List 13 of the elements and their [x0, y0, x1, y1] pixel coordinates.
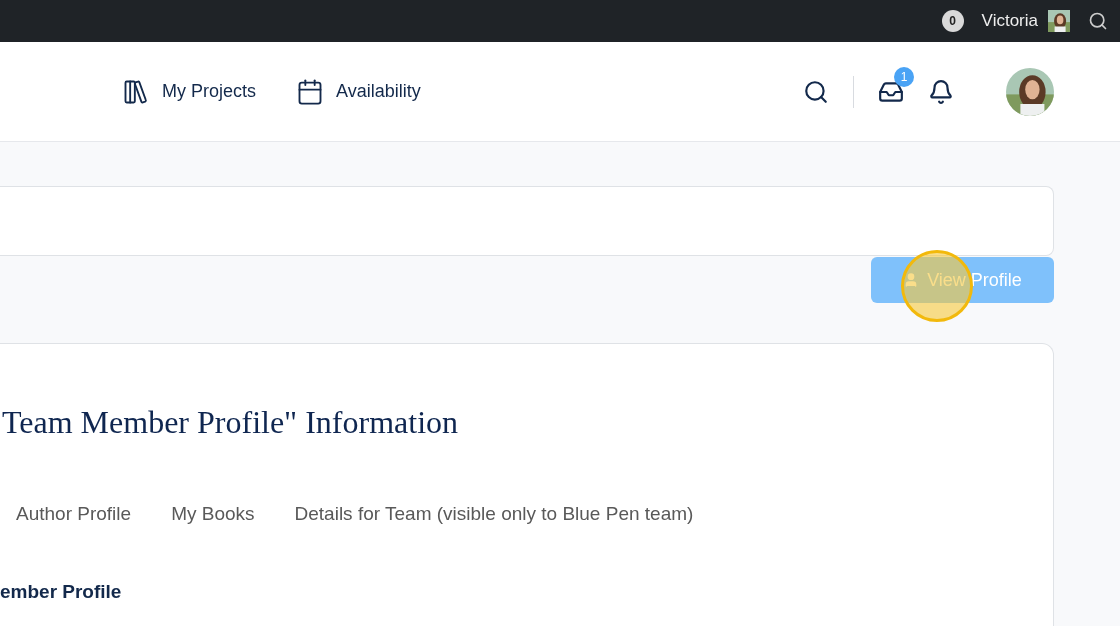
- nav-link[interactable]: Availability: [296, 77, 421, 106]
- notification-count[interactable]: 0: [941, 10, 964, 32]
- user-name[interactable]: Victoria: [981, 11, 1038, 31]
- section-title: Team Member Profile" Information: [1, 404, 459, 441]
- profile-tab[interactable]: Author Profile: [16, 503, 132, 525]
- profile-tab[interactable]: My Books: [171, 503, 255, 525]
- search-icon[interactable]: [1088, 11, 1108, 31]
- inbox-badge: 1: [894, 66, 914, 87]
- bell-icon[interactable]: [928, 78, 954, 105]
- profile-tab[interactable]: Details for Team (visible only to Blue Pen team): [294, 503, 694, 525]
- search-icon[interactable]: [803, 78, 829, 105]
- subheading: ember Profile: [0, 581, 123, 603]
- nav-link[interactable]: My Projects: [122, 77, 257, 106]
